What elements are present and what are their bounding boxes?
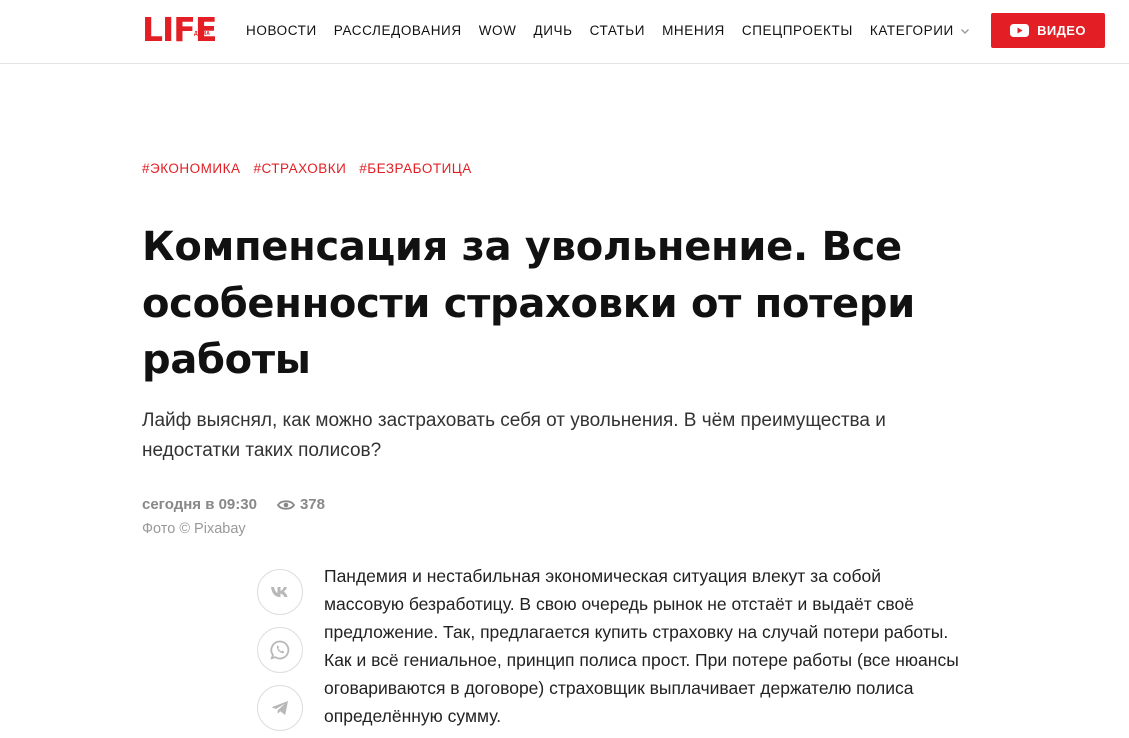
youtube-icon bbox=[1010, 24, 1030, 37]
nav-item-investigations[interactable]: РАССЛЕДОВАНИЯ bbox=[334, 22, 462, 40]
publish-date: сегодня в 09:30 bbox=[142, 496, 257, 513]
article-lead: Лайф выяснял, как можно застраховать себ… bbox=[142, 410, 886, 461]
whatsapp-icon bbox=[270, 640, 290, 660]
article-title: Компенсация за увольнение. Все особеннос… bbox=[142, 224, 915, 383]
vk-icon bbox=[271, 587, 288, 597]
nav-item-articles[interactable]: СТАТЬИ bbox=[590, 22, 645, 40]
nav-item-categories[interactable]: КАТЕГОРИИ bbox=[870, 22, 970, 40]
nav-item-news[interactable]: НОВОСТИ bbox=[246, 22, 317, 40]
eye-icon bbox=[276, 500, 295, 510]
article-tags: #ЭКОНОМИКА #СТРАХОВКИ #БЕЗРАБОТИЦА bbox=[142, 160, 485, 178]
life-logo[interactable]: LIFE ДОМА bbox=[142, 10, 217, 49]
photo-credit: Фото © Pixabay bbox=[142, 521, 246, 537]
nav-item-special-projects[interactable]: СПЕЦПРОЕКТЫ bbox=[742, 22, 853, 40]
tag-unemployment[interactable]: #БЕЗРАБОТИЦА bbox=[359, 160, 471, 178]
video-label: ВИДЕО bbox=[1037, 23, 1086, 38]
share-telegram-button[interactable] bbox=[257, 685, 303, 731]
share-buttons bbox=[257, 569, 303, 731]
nav-item-dich[interactable]: ДИЧЬ bbox=[534, 22, 573, 40]
chevron-down-icon bbox=[960, 29, 969, 34]
site-header: LIFE ДОМА НОВОСТИ РАССЛЕДОВАНИЯ WOW ДИЧЬ… bbox=[0, 0, 1129, 64]
share-whatsapp-button[interactable] bbox=[257, 627, 303, 673]
telegram-icon bbox=[271, 701, 288, 715]
view-count: 378 bbox=[276, 496, 325, 514]
nav-item-opinions[interactable]: МНЕНИЯ bbox=[662, 22, 725, 40]
main-nav: НОВОСТИ РАССЛЕДОВАНИЯ WOW ДИЧЬ СТАТЬИ МН… bbox=[246, 22, 970, 40]
logo-text: LIFE bbox=[142, 10, 217, 49]
logo-subtext: ДОМА bbox=[194, 31, 211, 37]
share-vk-button[interactable] bbox=[257, 569, 303, 615]
tag-insurance[interactable]: #СТРАХОВКИ bbox=[254, 160, 347, 178]
article-body-paragraph: Пандемия и нестабильная экономическая си… bbox=[324, 566, 959, 726]
view-count-value: 378 bbox=[299, 496, 325, 513]
categories-label: КАТЕГОРИИ bbox=[869, 23, 954, 38]
video-button[interactable]: ВИДЕО bbox=[991, 13, 1105, 48]
article-meta: сегодня в 09:30 378 bbox=[142, 496, 325, 514]
nav-item-wow[interactable]: WOW bbox=[479, 22, 517, 40]
tag-economy[interactable]: #ЭКОНОМИКА bbox=[142, 160, 241, 178]
